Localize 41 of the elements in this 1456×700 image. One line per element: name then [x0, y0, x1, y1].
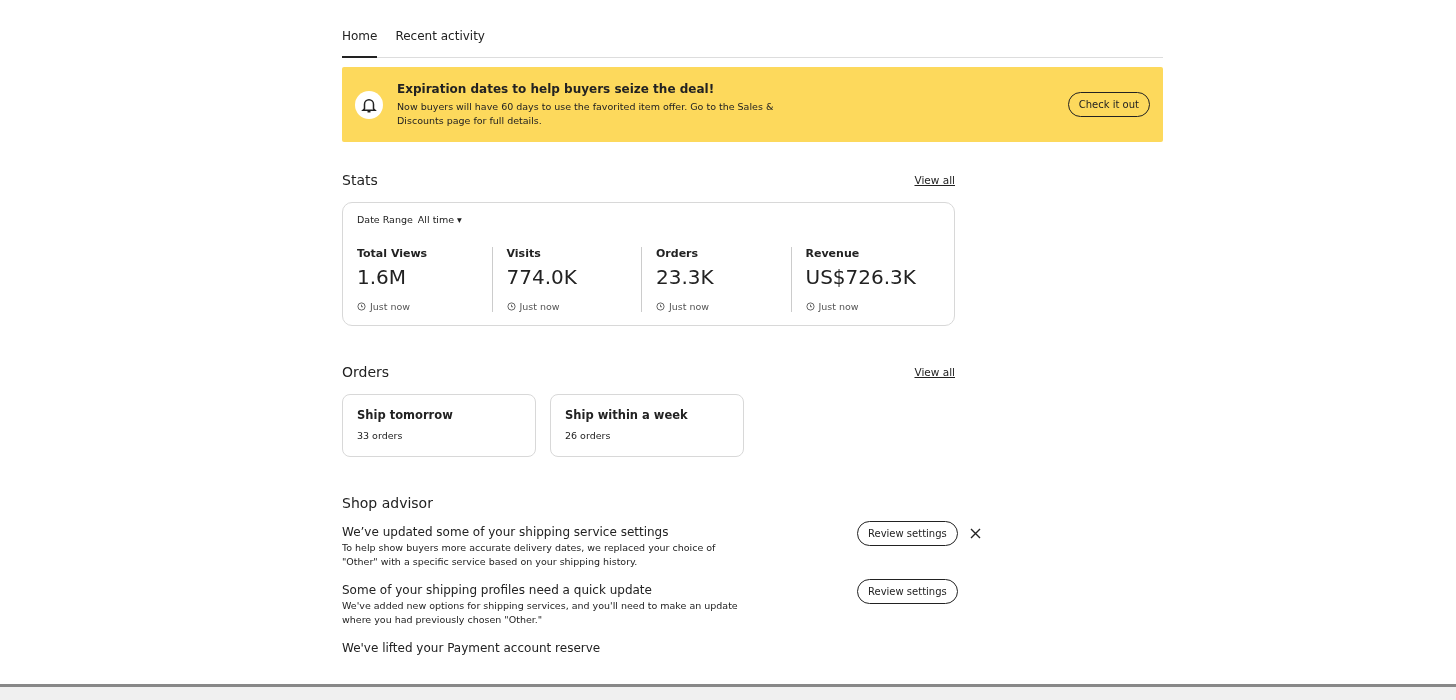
order-card[interactable]: Ship tomorrow 33 orders	[342, 394, 536, 457]
tab[interactable]: Recent activity	[395, 29, 485, 58]
clock-icon	[656, 302, 665, 311]
metric-label: Total Views	[357, 247, 429, 260]
bell-icon	[355, 90, 383, 119]
horizontal-scrollbar[interactable]	[0, 684, 1456, 700]
advisor-text: We've added new options for shipping services, and you'll need to make an update where you had previously chosen "Other."	[342, 599, 739, 627]
advisor-title: We’ve updated some of your shipping service settings	[342, 525, 670, 539]
date-range-dropdown[interactable]: All time ▾	[417, 214, 462, 225]
metric-label: Visits	[506, 247, 542, 260]
order-card[interactable]: Ship within a week 26 orders	[550, 394, 744, 457]
section-heading: Orders	[342, 364, 390, 380]
order-card-title: Ship within a week	[565, 408, 689, 422]
section-heading: Shop advisor	[342, 495, 434, 511]
clock-icon	[805, 302, 815, 311]
updated-time: Just now	[669, 301, 710, 312]
metric-value: 774.0K	[506, 265, 578, 289]
view-all-link[interactable]: View all	[914, 174, 955, 186]
banner-title: Expiration dates to help buyers seize the deal!	[397, 81, 716, 96]
order-count: 33 orders	[357, 430, 404, 441]
clock-icon	[506, 302, 516, 311]
tab[interactable]: Home	[342, 29, 378, 58]
view-all-link[interactable]: View all	[914, 366, 955, 378]
clock-icon	[357, 302, 366, 311]
updated-time: Just now	[519, 301, 560, 312]
metric-value: 23.3K	[656, 265, 715, 289]
close-icon[interactable]	[970, 528, 982, 539]
updated-time: Just now	[370, 301, 411, 312]
metric-value: 1.6M	[357, 265, 408, 289]
advisor-title: We've lifted your Payment account reserve	[342, 641, 602, 655]
metric-value: US$726.3K	[805, 265, 917, 289]
order-card-title: Ship tomorrow	[357, 408, 454, 422]
banner-text: Now buyers will have 60 days to use the favorited item offer. Go to the Sales & Discounts page for full details.	[397, 99, 775, 128]
date-range-label: Date Range	[357, 214, 413, 225]
section-heading: Stats	[342, 172, 378, 188]
updated-time: Just now	[818, 301, 859, 312]
metric-label: Revenue	[805, 247, 861, 260]
advisor-text: To help show buyers more accurate delivery dates, we replaced your choice of "Other" with a specific service based on your shipping history.	[342, 541, 717, 569]
advisor-title: Some of your shipping profiles need a quick update	[342, 583, 653, 597]
order-count: 26 orders	[565, 430, 612, 441]
metric-label: Orders	[656, 247, 700, 260]
